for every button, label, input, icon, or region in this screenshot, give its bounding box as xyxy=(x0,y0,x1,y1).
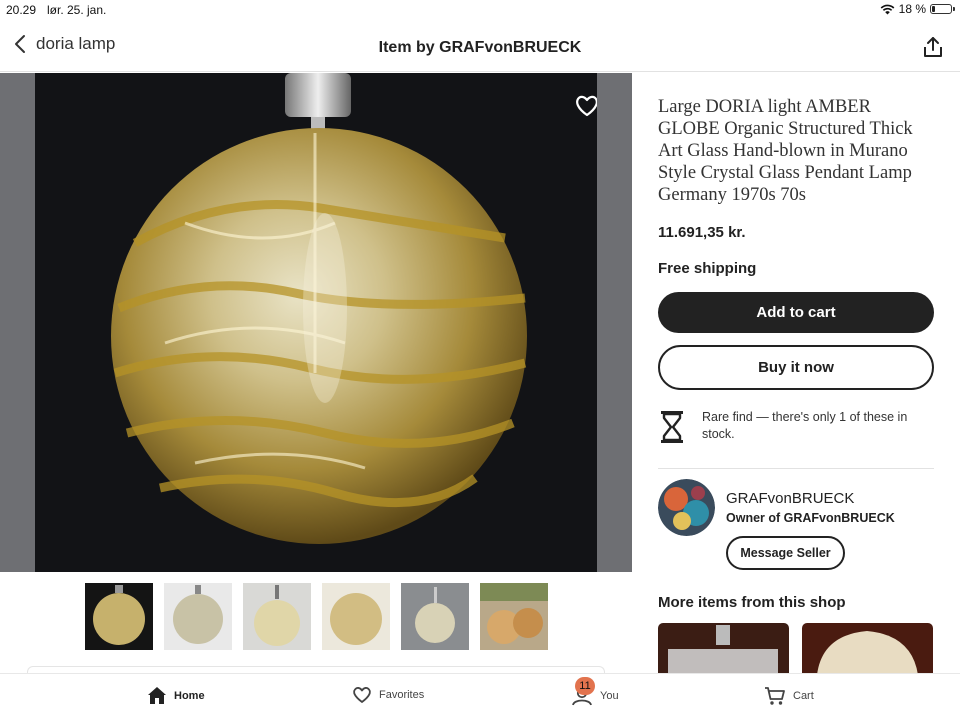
thumbnail-strip xyxy=(85,583,548,650)
nav-favorites[interactable]: Favorites xyxy=(352,686,424,704)
nav-cart[interactable]: Cart xyxy=(764,686,814,706)
add-to-cart-button[interactable]: Add to cart xyxy=(658,292,934,333)
share-button[interactable] xyxy=(922,36,944,63)
home-icon xyxy=(148,687,166,704)
nav-you-label: You xyxy=(600,690,619,702)
message-seller-button[interactable]: Message Seller xyxy=(726,536,845,570)
seller-name[interactable]: GRAFvonBRUECK xyxy=(726,490,854,507)
product-title: Large DORIA light AMBER GLOBE Organic St… xyxy=(658,97,913,205)
thumbnail-5[interactable] xyxy=(401,583,469,650)
notification-badge: 11 xyxy=(575,677,595,695)
nav-home-label: Home xyxy=(174,689,205,702)
more-items-heading: More items from this shop xyxy=(658,594,846,611)
seller-role: Owner of GRAFvonBRUECK xyxy=(726,511,895,525)
hourglass-icon xyxy=(661,411,683,443)
status-bar: 20.29 lør. 25. jan. 18 % xyxy=(0,0,960,20)
nav-you[interactable]: 11 You xyxy=(571,677,619,706)
shop-item-1[interactable] xyxy=(658,623,789,675)
nav-home[interactable]: Home xyxy=(147,686,205,705)
more-items-list xyxy=(658,623,933,675)
product-photo[interactable] xyxy=(35,73,597,572)
section-divider xyxy=(658,468,934,469)
product-price: 11.691,35 kr. xyxy=(658,224,746,241)
thumbnail-2[interactable] xyxy=(164,583,232,650)
rare-find-notice: Rare find — there's only 1 of these in s… xyxy=(658,409,934,445)
battery-percent: 18 % xyxy=(898,2,926,16)
rare-find-text: Rare find — there's only 1 of these in s… xyxy=(702,410,908,441)
buy-now-button[interactable]: Buy it now xyxy=(658,345,934,390)
thumbnail-1[interactable] xyxy=(85,583,153,650)
share-icon xyxy=(924,37,942,57)
product-image-area xyxy=(0,73,632,572)
product-details-panel: Large DORIA light AMBER GLOBE Organic St… xyxy=(658,96,934,675)
nav-cart-label: Cart xyxy=(793,690,814,702)
battery-level xyxy=(932,6,936,12)
thumbnail-4[interactable] xyxy=(322,583,390,650)
bottom-tab-bar: Home Favorites 11 You Cart xyxy=(0,673,960,720)
thumbnail-6[interactable] xyxy=(480,583,548,650)
amber-globe-lamp-image xyxy=(35,73,597,572)
cart-icon xyxy=(765,687,785,705)
status-time: 20.29 xyxy=(6,3,37,17)
thumbnail-3[interactable] xyxy=(243,583,311,650)
battery-icon xyxy=(930,4,955,14)
seller-avatar[interactable] xyxy=(658,479,715,536)
page-title: Item by GRAFvonBRUECK xyxy=(378,39,582,56)
shipping-info: Free shipping xyxy=(658,260,757,277)
top-header: doria lamp Item by GRAFvonBRUECK xyxy=(0,22,960,72)
heart-icon xyxy=(353,687,371,703)
status-date: lør. 25. jan. xyxy=(47,3,107,17)
wifi-icon xyxy=(880,4,895,14)
nav-favorites-label: Favorites xyxy=(379,689,425,701)
status-indicators: 18 % xyxy=(880,2,955,16)
favorite-heart-icon[interactable] xyxy=(572,90,597,120)
seller-card: GRAFvonBRUECK Owner of GRAFvonBRUECK Mes… xyxy=(658,479,934,574)
shop-item-2[interactable] xyxy=(802,623,933,675)
